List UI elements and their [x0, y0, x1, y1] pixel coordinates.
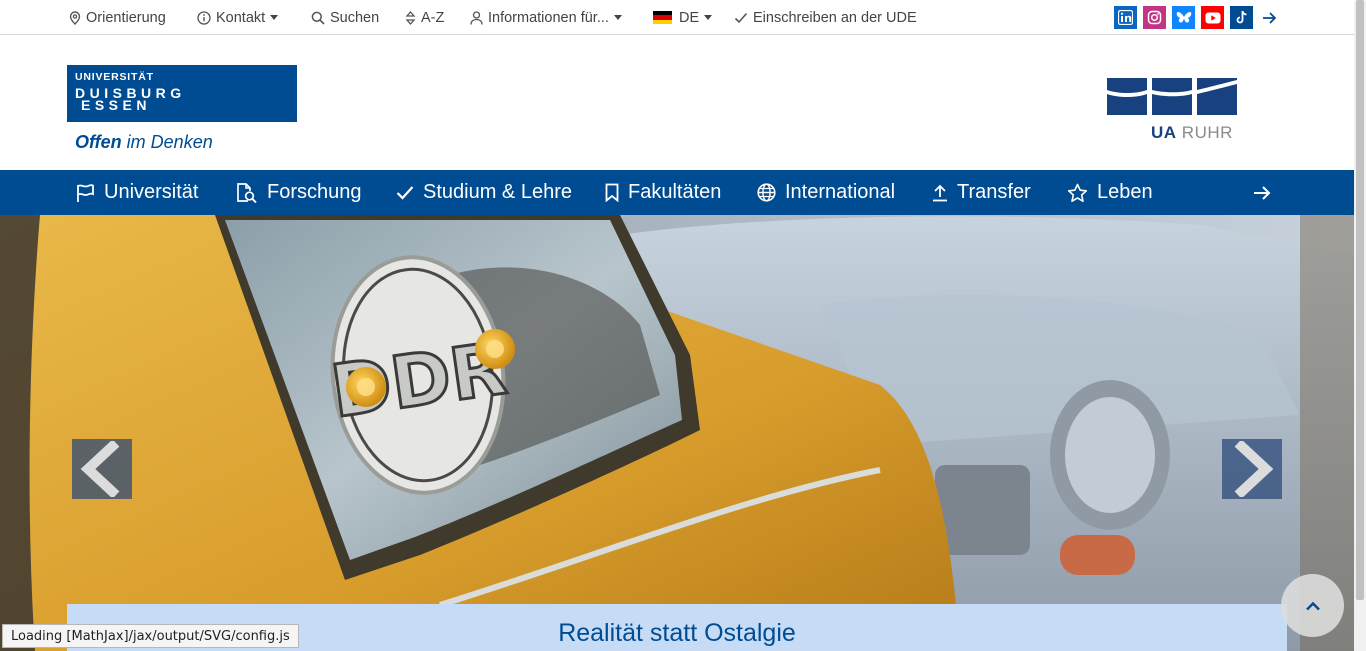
search-icon	[311, 11, 325, 25]
orientation-label: Orientierung	[86, 9, 166, 26]
nav-transfer[interactable]: Transfer	[932, 170, 1031, 215]
az-label: A-Z	[421, 9, 445, 26]
chevron-right-icon	[1234, 441, 1274, 497]
chevron-up-icon	[1305, 601, 1320, 610]
scrollbar-thumb[interactable]	[1356, 0, 1364, 600]
nav-international-label: International	[785, 181, 896, 203]
browser-status-bar: Loading [MathJax]/jax/output/SVG/config.…	[2, 624, 299, 648]
nav-leben[interactable]: Leben	[1067, 170, 1153, 215]
arrow-right-icon	[1254, 185, 1271, 200]
nav-fakultaeten[interactable]: Fakultäten	[605, 170, 721, 215]
chevron-left-icon	[80, 441, 120, 497]
user-icon	[470, 10, 483, 25]
chevron-down-icon	[704, 15, 713, 20]
hero-carousel: DDR Realität statt Ostalgie	[0, 215, 1354, 651]
nav-transfer-label: Transfer	[957, 181, 1031, 203]
chevron-down-icon	[613, 15, 622, 20]
checkmark-icon	[396, 186, 414, 200]
flag-icon	[77, 183, 94, 202]
orientation-link[interactable]: Orientierung	[69, 0, 166, 35]
site-header: UNIVERSITÄT DUISBURG ESSEN Offen im Denk…	[0, 35, 1354, 170]
search-link[interactable]: Suchen	[311, 0, 379, 35]
linkedin-link[interactable]	[1114, 6, 1137, 29]
checkmark-icon	[734, 12, 748, 23]
nav-more-arrow[interactable]	[1253, 170, 1280, 215]
german-flag-icon	[653, 11, 672, 24]
tiktok-icon	[1236, 10, 1247, 24]
nav-forschung-label: Forschung	[267, 181, 362, 203]
nav-leben-label: Leben	[1097, 181, 1153, 203]
map-pin-icon	[69, 10, 81, 25]
chevron-down-icon	[270, 15, 279, 20]
youtube-link[interactable]	[1201, 6, 1224, 29]
ua-ruhr-wordmark: UA RUHR	[1151, 123, 1233, 143]
bookmark-icon	[605, 183, 619, 202]
hero-image: DDR	[0, 215, 1354, 651]
page-scrollbar[interactable]	[1354, 0, 1366, 651]
bluesky-link[interactable]	[1172, 6, 1195, 29]
instagram-icon	[1147, 10, 1162, 25]
nav-international[interactable]: International	[757, 170, 895, 215]
nav-studium-lehre-label: Studium & Lehre	[423, 181, 572, 203]
slogan-rest: im Denken	[121, 132, 213, 152]
top-utility-bar: Orientierung Kontakt Suchen A-Z Informat…	[0, 0, 1354, 35]
ua-ruhr-mark-icon	[1107, 78, 1237, 115]
search-label: Suchen	[330, 9, 380, 26]
nav-studium-lehre[interactable]: Studium & Lehre	[396, 170, 572, 215]
contact-label: Kontakt	[216, 9, 266, 26]
sort-icon	[405, 10, 416, 25]
topbar-next-arrow[interactable]	[1262, 0, 1282, 35]
language-dropdown[interactable]: DE	[653, 0, 713, 35]
ua-text: UA	[1151, 123, 1177, 142]
youtube-icon	[1205, 12, 1220, 23]
upload-icon	[933, 184, 947, 201]
instagram-link[interactable]	[1143, 6, 1166, 29]
nav-universitaet[interactable]: Universität	[75, 170, 198, 215]
contact-dropdown[interactable]: Kontakt	[197, 0, 279, 35]
bluesky-icon	[1176, 11, 1191, 23]
nav-universitaet-label: Universität	[104, 181, 199, 203]
main-navigation: Universität Forschung Studium & Lehre Fa…	[0, 170, 1354, 215]
arrow-right-icon	[1263, 11, 1277, 24]
slogan-bold: Offen	[75, 132, 122, 152]
logo-slogan: Offen im Denken	[75, 132, 213, 153]
carousel-prev-button[interactable]	[72, 439, 132, 499]
info-for-dropdown[interactable]: Informationen für...	[470, 0, 622, 35]
logo-line-essen: ESSEN	[81, 97, 151, 113]
nav-fakultaeten-label: Fakultäten	[628, 181, 722, 203]
nav-forschung[interactable]: Forschung	[236, 170, 362, 215]
ude-logo-box: UNIVERSITÄT DUISBURG ESSEN	[67, 65, 297, 122]
logo-line-universitaet: UNIVERSITÄT	[75, 71, 154, 83]
linkedin-icon	[1118, 10, 1133, 25]
enroll-link[interactable]: Einschreiben an der UDE	[734, 0, 917, 35]
enroll-label: Einschreiben an der UDE	[753, 9, 917, 26]
star-icon	[1067, 183, 1088, 202]
carousel-next-button[interactable]	[1222, 439, 1282, 499]
tiktok-link[interactable]	[1230, 6, 1253, 29]
info-for-label: Informationen für...	[488, 9, 609, 26]
ruhr-text: RUHR	[1181, 123, 1233, 142]
info-circle-icon	[197, 10, 211, 25]
document-search-icon	[237, 182, 257, 203]
back-to-top-button[interactable]	[1281, 574, 1344, 637]
az-index-link[interactable]: A-Z	[405, 0, 444, 35]
language-label: DE	[679, 9, 700, 26]
globe-icon	[757, 183, 776, 202]
